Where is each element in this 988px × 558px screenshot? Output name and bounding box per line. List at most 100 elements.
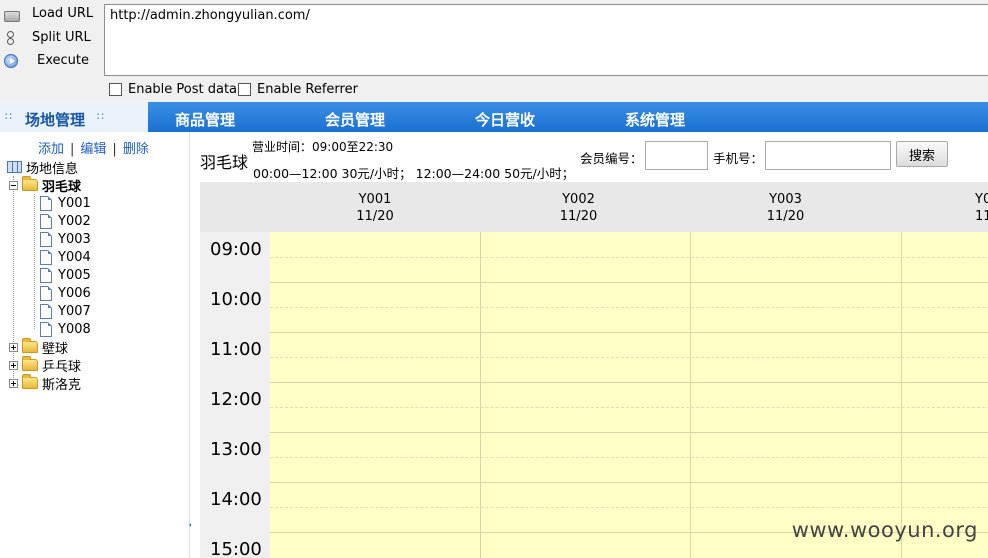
- court-name: Y001: [358, 192, 392, 207]
- enable-referrer-checkbox[interactable]: [238, 83, 251, 96]
- folder-icon: [22, 356, 38, 371]
- member-id-input[interactable]: [645, 141, 708, 170]
- court-column-header: Y003 11/20: [687, 182, 884, 232]
- enable-referrer-option[interactable]: Enable Referrer: [238, 82, 358, 97]
- half-hour-line: [270, 257, 988, 258]
- split-url-button[interactable]: Split URL: [4, 27, 91, 49]
- tree-node-snooker[interactable]: 斯洛克: [9, 374, 82, 393]
- time-label: 11:00: [210, 339, 262, 360]
- booking-cells[interactable]: [270, 232, 988, 558]
- grip-icon: ∷: [97, 110, 105, 123]
- expand-icon[interactable]: [9, 360, 18, 370]
- tree-leaf-court[interactable]: Y001: [40, 194, 91, 212]
- scissors-icon: [4, 30, 20, 46]
- tree-leaf-court[interactable]: Y004: [40, 248, 91, 266]
- tree-leaf-court[interactable]: Y002: [40, 212, 91, 230]
- tree-node-label: 斯洛克: [42, 377, 82, 393]
- tree-node-root[interactable]: 场地信息: [7, 158, 79, 177]
- split-url-label: Split URL: [32, 30, 91, 45]
- load-url-label: Load URL: [32, 6, 94, 21]
- execute-label: Execute: [37, 53, 89, 68]
- search-button[interactable]: 搜索: [896, 141, 948, 167]
- court-date: 11/20: [559, 209, 598, 224]
- tree-node-badminton[interactable]: 羽毛球: [9, 176, 81, 195]
- nav-tab-revenue[interactable]: 今日营收: [475, 109, 535, 130]
- enable-referrer-label: Enable Referrer: [257, 82, 358, 97]
- expand-icon[interactable]: [9, 378, 18, 388]
- add-link[interactable]: 添加: [38, 142, 64, 157]
- court-label: Y006: [58, 285, 91, 301]
- time-column: 09:00 10:00 11:00 12:00 13:00 14:00 15:0…: [200, 232, 270, 558]
- table-icon: [7, 161, 22, 173]
- tree-leaf-court[interactable]: Y005: [40, 266, 91, 284]
- enable-post-option[interactable]: Enable Post data: [109, 82, 237, 97]
- main-nav: ∷ 场地管理 ∷ 商品管理 会员管理 今日营收 系统管理: [0, 102, 988, 132]
- price-info: 00:00—12:00 30元/小时； 12:00—24:00 50元/小时；: [253, 166, 575, 181]
- tree-node-label: 场地信息: [26, 161, 79, 177]
- document-icon: [40, 231, 52, 247]
- nav-tab-venue-management[interactable]: 场地管理: [25, 109, 85, 130]
- main-panel: 羽毛球 营业时间：09:00至22:30 00:00—12:00 30元/小时；…: [191, 132, 988, 558]
- court-name: Y003: [769, 192, 802, 207]
- court-label: Y007: [58, 303, 91, 319]
- time-label: 10:00: [210, 289, 262, 310]
- half-hour-line: [270, 307, 988, 308]
- play-icon: [4, 54, 18, 68]
- hour-line: [270, 332, 988, 333]
- document-icon: [40, 267, 52, 283]
- phone-input[interactable]: [765, 141, 891, 170]
- court-column-header: Y002 11/20: [480, 182, 677, 232]
- nav-tab-members[interactable]: 会员管理: [325, 109, 385, 130]
- half-hour-line: [270, 407, 988, 408]
- business-hours: 营业时间：09:00至22:30: [252, 140, 394, 154]
- hackbar-panel: Load URL Split URL Execute http://admin.…: [0, 0, 988, 102]
- edit-link[interactable]: 编辑: [80, 142, 106, 157]
- hour-line: [270, 482, 988, 483]
- phone-label: 手机号：: [713, 151, 764, 166]
- document-icon: [40, 249, 52, 265]
- tree-node-label: 壁球: [42, 341, 69, 357]
- court-column-header: Y0 11: [960, 182, 988, 232]
- court-date: 11/20: [356, 209, 394, 224]
- collapse-icon[interactable]: [9, 180, 18, 190]
- expand-icon[interactable]: [9, 342, 18, 352]
- document-icon: [40, 303, 52, 319]
- time-label: 12:00: [210, 389, 262, 410]
- time-label: 09:00: [210, 239, 262, 260]
- folder-icon: [22, 374, 38, 389]
- half-hour-line: [270, 457, 988, 458]
- court-label: Y005: [58, 267, 91, 283]
- document-icon: [40, 195, 52, 211]
- execute-button[interactable]: Execute: [4, 50, 89, 72]
- time-label: 15:00: [210, 539, 262, 558]
- hour-line: [270, 432, 988, 433]
- watermark: www.wooyun.org: [791, 518, 978, 542]
- document-icon: [40, 321, 52, 337]
- load-url-button[interactable]: Load URL: [4, 3, 93, 25]
- folder-icon: [22, 338, 38, 353]
- half-hour-line: [270, 507, 988, 508]
- court-date: 11/20: [766, 209, 805, 224]
- tree-leaf-court[interactable]: Y006: [40, 284, 91, 302]
- court-label: Y004: [58, 249, 91, 265]
- tree-node-squash[interactable]: 壁球: [9, 338, 69, 357]
- column-divider: [480, 232, 481, 558]
- tree-leaf-court[interactable]: Y007: [40, 302, 91, 320]
- url-textarea[interactable]: http://admin.zhongyulian.com/: [104, 4, 988, 76]
- document-icon: [40, 213, 52, 229]
- folder-open-icon: [22, 176, 38, 191]
- tree-leaf-court[interactable]: Y008: [40, 320, 91, 338]
- delete-link[interactable]: 删除: [123, 142, 149, 157]
- separator: |: [112, 142, 117, 157]
- document-icon: [40, 285, 52, 301]
- court-date: 11: [975, 209, 988, 224]
- court-column-header: Y001 11/20: [270, 182, 480, 232]
- grip-icon: ∷: [5, 110, 13, 123]
- tree-node-pingpong[interactable]: 乒乓球: [9, 356, 81, 375]
- enable-post-checkbox[interactable]: [109, 83, 122, 96]
- column-divider: [901, 232, 902, 558]
- nav-tab-system[interactable]: 系统管理: [625, 109, 685, 130]
- half-hour-line: [270, 357, 988, 358]
- tree-leaf-court[interactable]: Y003: [40, 230, 91, 248]
- nav-tab-goods[interactable]: 商品管理: [175, 109, 235, 130]
